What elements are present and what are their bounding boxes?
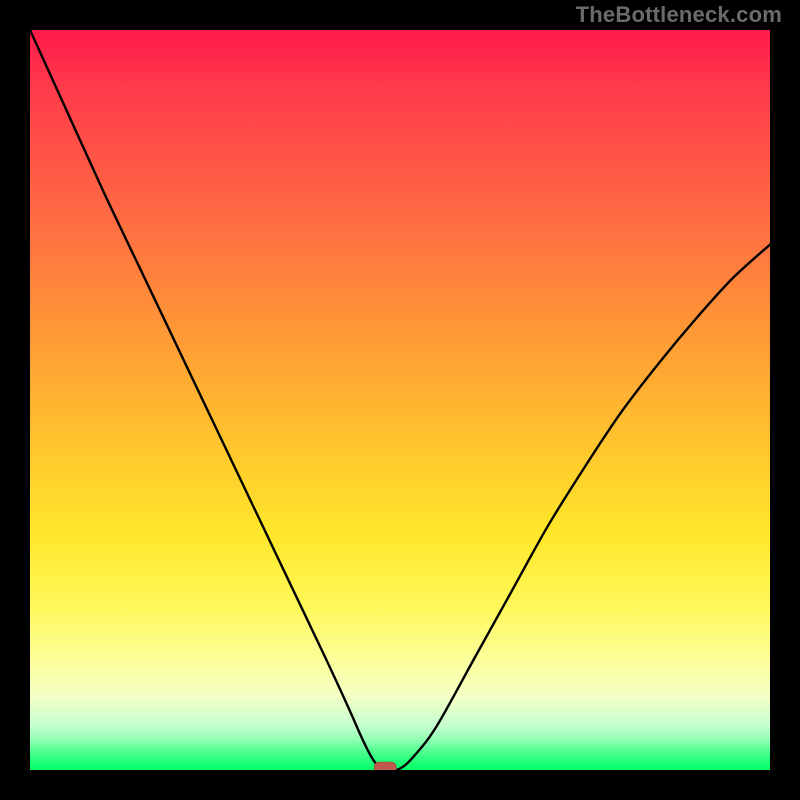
chart-frame: TheBottleneck.com xyxy=(0,0,800,800)
minimum-indicator xyxy=(374,762,396,770)
bottleneck-curve xyxy=(30,30,770,770)
plot-svg xyxy=(30,30,770,770)
watermark-text: TheBottleneck.com xyxy=(576,2,782,28)
plot-area xyxy=(30,30,770,770)
